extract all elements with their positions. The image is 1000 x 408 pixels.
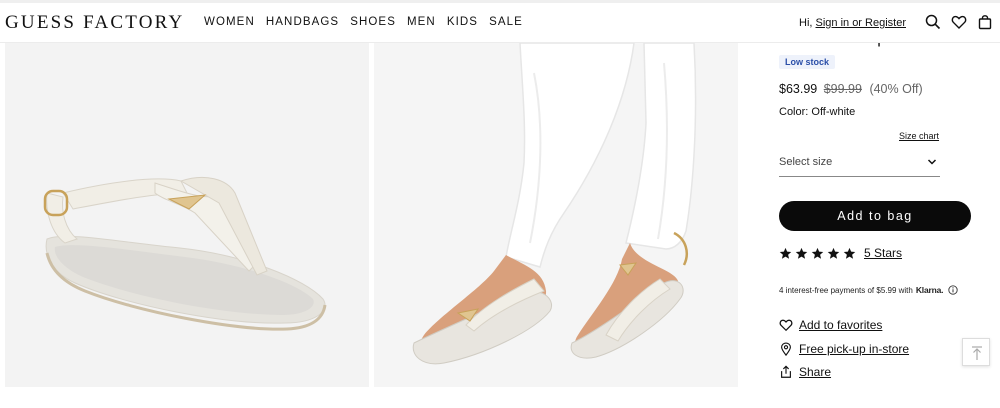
star-icon <box>811 247 824 259</box>
sign-in-link[interactable]: Sign in or Register <box>816 17 907 29</box>
free-pickup[interactable]: Free pick-up in-store <box>779 342 909 356</box>
add-to-favorites-label: Add to favorites <box>799 318 883 332</box>
star-icon <box>795 247 808 259</box>
nav-sale[interactable]: SALE <box>489 16 523 28</box>
heart-icon[interactable] <box>951 14 967 30</box>
logo[interactable]: GUESS FACTORY <box>5 12 184 34</box>
nav-handbags[interactable]: HANDBAGS <box>266 16 339 28</box>
nav-women[interactable]: WOMEN <box>204 16 255 28</box>
color-label: Color: Off-white <box>779 106 856 118</box>
add-to-favorites[interactable]: Add to favorites <box>779 318 882 332</box>
discount-label: (40% Off) <box>869 82 923 96</box>
share[interactable]: Share <box>779 365 831 379</box>
klarna-text: 4 interest-free payments of $5.99 with <box>779 285 913 295</box>
search-icon[interactable] <box>925 14 941 30</box>
star-icon <box>827 247 840 259</box>
greeting-text: Hi, <box>799 17 816 29</box>
location-pin-icon <box>781 342 791 356</box>
size-select-label: Select size <box>779 156 833 168</box>
scroll-to-top-button[interactable] <box>962 338 990 366</box>
model-wearing-sandals-illustration <box>374 43 738 387</box>
nav-men[interactable]: MEN <box>407 16 436 28</box>
share-label: Share <box>799 365 832 379</box>
site-header: GUESS FACTORY WOMEN HANDBAGS SHOES MEN K… <box>0 3 1000 43</box>
sale-price: $63.99 <box>779 82 818 96</box>
product-image-side[interactable] <box>5 43 369 387</box>
klarna-info: 4 interest-free payments of $5.99 with K… <box>779 285 958 295</box>
star-icon <box>779 247 792 259</box>
product-image-model[interactable] <box>374 43 738 387</box>
share-icon <box>781 365 791 378</box>
price-row: $63.99 $99.99 (40% Off) <box>779 82 923 96</box>
add-to-bag-button[interactable]: Add to bag <box>779 201 971 231</box>
original-price: $99.99 <box>823 82 862 96</box>
free-pickup-label: Free pick-up in-store <box>799 342 910 356</box>
main-nav: WOMEN HANDBAGS SHOES MEN KIDS SALE <box>204 16 534 28</box>
heart-icon <box>779 319 793 332</box>
rating-label[interactable]: 5 Stars <box>864 246 902 260</box>
info-icon[interactable] <box>948 285 958 295</box>
nav-shoes[interactable]: SHOES <box>350 16 396 28</box>
rating[interactable]: 5 Stars <box>779 246 902 260</box>
account-greeting: Hi, Sign in or Register <box>799 17 906 29</box>
stock-badge: Low stock <box>779 55 836 69</box>
arrow-up-icon <box>972 346 982 360</box>
bag-icon[interactable] <box>977 14 993 30</box>
sandal-side-illustration <box>5 43 369 387</box>
nav-kids[interactable]: KIDS <box>447 16 478 28</box>
size-chart-link[interactable]: Size chart <box>899 131 939 141</box>
klarna-logo: Klarna. <box>915 285 944 295</box>
chevron-down-icon <box>927 159 937 165</box>
star-icon <box>843 247 856 259</box>
size-select[interactable]: Select size <box>779 150 940 177</box>
